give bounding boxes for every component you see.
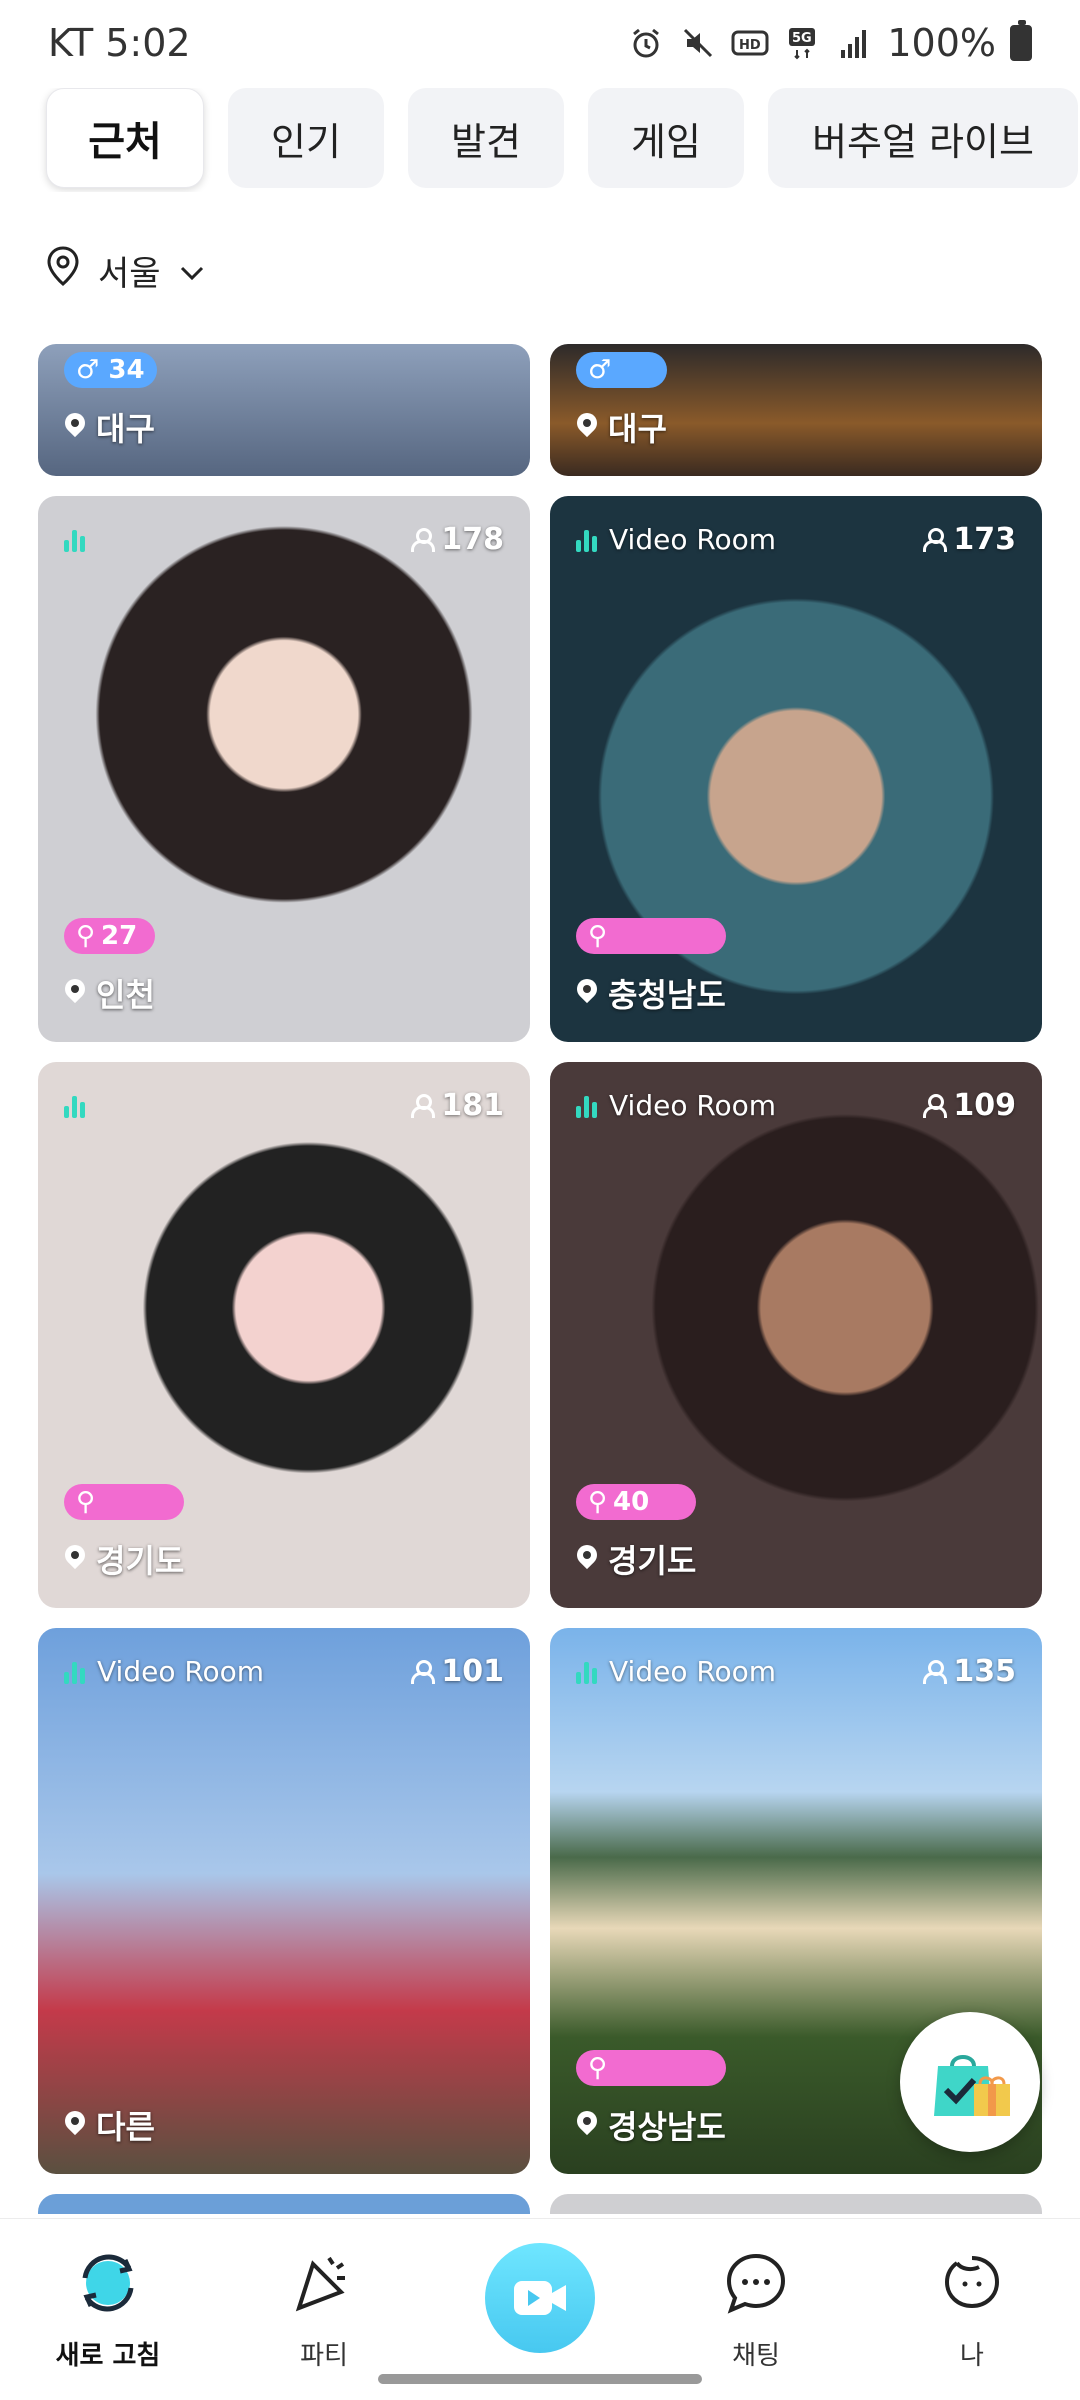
card-location: 경기도: [96, 1542, 185, 1580]
pk-badge: ⚲: [64, 1484, 185, 1520]
viewer-icon: [411, 1093, 436, 1118]
viewer-icon: [923, 1093, 948, 1118]
room-card[interactable]: ♂ 34 대구: [38, 344, 530, 476]
viewer-count: 178: [441, 522, 504, 557]
battery-percent: 100%: [887, 21, 996, 65]
pk-badge: ⚲ 27: [64, 918, 155, 954]
category-tabs: 근처 인기 발견 게임 버추얼 라이브: [0, 88, 1080, 192]
room-type: Video Room: [97, 1655, 265, 1688]
pin-icon: [576, 2111, 598, 2139]
pin-icon: [64, 1545, 86, 1573]
party-icon: [288, 2247, 360, 2319]
live-indicator-icon: [64, 1660, 85, 1684]
room-type: Video Room: [609, 523, 777, 556]
nav-refresh[interactable]: 새로 고침: [0, 2219, 216, 2400]
live-indicator-icon: [576, 1660, 597, 1684]
tab-virtual-live[interactable]: 버추얼 라이브: [768, 88, 1078, 188]
room-type: Video Room: [609, 1655, 777, 1688]
pin-icon: [64, 413, 86, 441]
pk-badge: ⚲: [576, 2050, 726, 2086]
nav-me[interactable]: 나: [864, 2219, 1080, 2400]
refresh-icon: [72, 2247, 144, 2319]
viewer-count: 101: [441, 1654, 504, 1689]
alarm-icon: [627, 24, 665, 62]
hd-icon: HD: [731, 24, 769, 62]
home-indicator[interactable]: [378, 2374, 702, 2384]
5g-icon: 5G: [783, 24, 821, 62]
svg-text:5G: 5G: [792, 31, 812, 46]
room-card[interactable]: Video Room 173 ⚲ 충청남도: [550, 496, 1042, 1042]
room-type: Video Room: [609, 1089, 777, 1122]
card-location: 대구: [96, 410, 155, 448]
pk-badge: ⚲ 40: [576, 1484, 697, 1520]
nav-video-live[interactable]: [432, 2219, 648, 2400]
viewer-icon: [923, 527, 948, 552]
room-card[interactable]: Video Room 101 다른: [38, 1628, 530, 2174]
location-label: 서울: [98, 254, 161, 294]
room-card[interactable]: [38, 2194, 530, 2214]
nav-label: 채팅: [732, 2341, 780, 2371]
viewer-icon: [411, 527, 436, 552]
room-grid: ♂ 34 대구 ♂ 대구 178 ⚲ 27 인천 Video Room 173 …: [0, 344, 1080, 2214]
nav-label: 파티: [300, 2341, 348, 2371]
live-indicator-icon: [64, 528, 85, 552]
status-bar: KT 5:02 HD 5G 100%: [0, 0, 1080, 86]
viewer-count: 109: [953, 1088, 1016, 1123]
location-filter[interactable]: 서울: [46, 246, 205, 295]
profile-icon: [936, 2247, 1008, 2319]
pin-icon: [64, 979, 86, 1007]
viewer-count: 173: [953, 522, 1016, 557]
gender-badge: ♂: [576, 352, 667, 388]
card-location: 경상남도: [608, 2108, 726, 2146]
nav-label: 나: [960, 2341, 984, 2371]
card-location: 대구: [608, 410, 667, 448]
chat-icon: [720, 2247, 792, 2319]
nav-label: 새로 고침: [55, 2341, 161, 2371]
tab-discover[interactable]: 발견: [408, 88, 564, 188]
live-indicator-icon: [576, 528, 597, 552]
room-card[interactable]: Video Room 109 ⚲ 40 경기도: [550, 1062, 1042, 1608]
signal-icon: [835, 24, 873, 62]
room-card[interactable]: 181 ⚲ 경기도: [38, 1062, 530, 1608]
gift-shop-button[interactable]: [900, 2012, 1040, 2152]
room-card[interactable]: 178 ⚲ 27 인천: [38, 496, 530, 1042]
nav-party[interactable]: 파티: [216, 2219, 432, 2400]
card-location: 경기도: [608, 1542, 697, 1580]
video-icon: [485, 2243, 595, 2353]
room-card[interactable]: [550, 2194, 1042, 2214]
gender-age-badge: ♂ 34: [64, 352, 157, 388]
carrier-time: KT 5:02: [48, 21, 191, 65]
pin-icon: [576, 979, 598, 1007]
live-indicator-icon: [576, 1094, 597, 1118]
svg-text:HD: HD: [739, 38, 761, 53]
mute-icon: [679, 24, 717, 62]
pin-icon: [576, 1545, 598, 1573]
tab-popular[interactable]: 인기: [228, 88, 384, 188]
card-location: 충청남도: [608, 976, 726, 1014]
battery-icon: [1010, 20, 1032, 61]
location-pin-icon: [46, 246, 80, 295]
viewer-count: 135: [953, 1654, 1016, 1689]
tab-nearby[interactable]: 근처: [46, 88, 204, 188]
card-location: 인천: [96, 976, 155, 1014]
chevron-down-icon: [179, 251, 205, 291]
nav-chat[interactable]: 채팅: [648, 2219, 864, 2400]
room-card[interactable]: ♂ 대구: [550, 344, 1042, 476]
live-indicator-icon: [64, 1094, 85, 1118]
viewer-count: 181: [441, 1088, 504, 1123]
viewer-icon: [923, 1659, 948, 1684]
viewer-icon: [411, 1659, 436, 1684]
bottom-navigation: 새로 고침 파티 채팅 나: [0, 2218, 1080, 2400]
gift-bag-icon: [934, 2055, 1010, 2116]
tab-game[interactable]: 게임: [588, 88, 744, 188]
pk-badge: ⚲: [576, 918, 726, 954]
pin-icon: [64, 2111, 86, 2139]
card-location: 다른: [96, 2108, 155, 2146]
pin-icon: [576, 413, 598, 441]
